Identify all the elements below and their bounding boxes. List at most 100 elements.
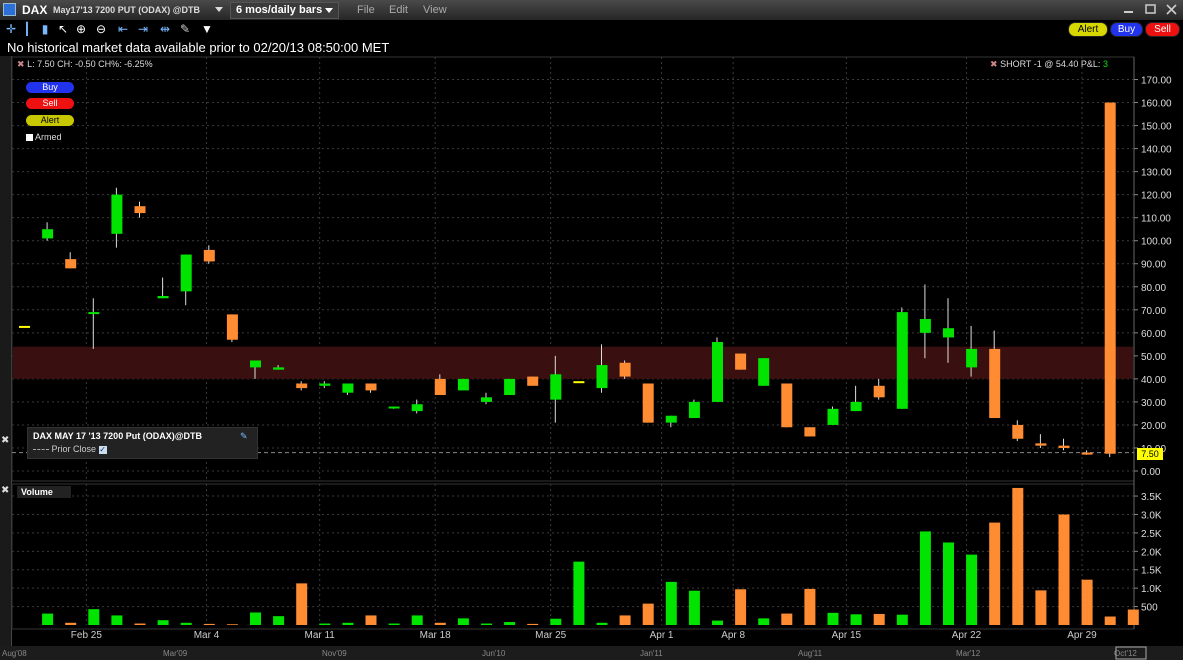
date-label: Apr 15	[832, 630, 862, 641]
candle-body	[457, 378, 469, 391]
alert-button[interactable]: Alert	[1068, 22, 1108, 37]
left-gutter	[0, 56, 12, 646]
settings-icon[interactable]: ✎	[178, 22, 192, 36]
legend-title: DAX MAY 17 '13 7200 Put (ODAX)@DTB	[33, 431, 202, 441]
volume-bar	[827, 612, 839, 625]
candle-body	[966, 348, 978, 368]
candle-chart-icon[interactable]: ▮	[38, 22, 52, 36]
close-icon[interactable]	[1165, 4, 1178, 15]
price-tick-label: 120.00	[1141, 191, 1172, 202]
price-stats-text: L: 7.50 CH: -0.50 CH%: -6.25%	[27, 59, 153, 69]
minimize-icon[interactable]	[1122, 4, 1135, 15]
volume-bar	[180, 622, 192, 625]
candle-body	[273, 367, 285, 370]
buy-button[interactable]: Buy	[1110, 22, 1143, 37]
volume-bar	[388, 623, 400, 625]
volume-tick-label: 1.5K	[1141, 566, 1162, 577]
overview-label: Aug'08	[2, 649, 27, 658]
candle-body	[550, 374, 562, 400]
crosshair-icon[interactable]: ✛	[4, 22, 18, 36]
candle-body	[411, 404, 423, 412]
volume-bar	[457, 618, 469, 625]
candle-body	[180, 254, 192, 292]
app-icon[interactable]	[3, 3, 16, 16]
sell-button[interactable]: Sell	[1145, 22, 1180, 37]
armed-toggle[interactable]: Armed	[26, 132, 62, 142]
price-tick-label: 50.00	[1141, 352, 1166, 363]
volume-bar	[573, 561, 585, 625]
overview-label: Mar'09	[163, 649, 188, 658]
contract-label[interactable]: May17'13 7200 PUT (ODAX) @DTB	[53, 5, 200, 15]
volume-bar	[296, 583, 308, 625]
volume-bar	[735, 589, 747, 625]
candle-body	[619, 362, 631, 377]
candle-body	[157, 295, 169, 299]
period-selector[interactable]: 6 mos/daily bars	[230, 2, 340, 19]
symbol-label[interactable]: DAX	[22, 3, 47, 17]
volume-bar	[65, 622, 77, 625]
prior-close-checkbox[interactable]: ✓	[98, 445, 107, 454]
candle-body	[989, 348, 1001, 419]
zoom-out-icon[interactable]: ⊖	[94, 22, 108, 36]
chart-sell-button[interactable]: Sell	[26, 98, 74, 109]
volume-bar	[596, 622, 608, 625]
zoom-in-icon[interactable]: ⊕	[74, 22, 88, 36]
candle-body	[665, 415, 677, 423]
armed-checkbox[interactable]	[26, 134, 33, 142]
volume-bar	[758, 618, 770, 625]
dropdown-icon[interactable]: ▼	[200, 22, 214, 36]
pointer-icon[interactable]: ↖	[56, 22, 70, 36]
close-icon[interactable]: ✖	[1, 435, 9, 446]
volume-bar	[203, 623, 215, 625]
date-label: Apr 29	[1067, 630, 1097, 641]
chevron-down-icon	[325, 7, 334, 13]
close-icon[interactable]: ✖	[990, 59, 998, 69]
volume-bar	[896, 614, 908, 625]
volume-bar	[365, 615, 377, 625]
scroll-right-icon[interactable]: ⇥	[136, 22, 150, 36]
chevron-down-icon[interactable]	[215, 7, 223, 12]
candle-body	[758, 358, 770, 386]
menu-file[interactable]: File	[357, 4, 375, 16]
legend-prior-close: Prior Close ✓	[33, 444, 107, 454]
price-tick-label: 30.00	[1141, 398, 1166, 409]
price-tick-label: 130.00	[1141, 168, 1172, 179]
overview-label: Nov'09	[322, 649, 347, 658]
close-icon[interactable]: ✖	[1, 485, 9, 496]
maximize-icon[interactable]	[1144, 4, 1157, 15]
overview-label: Mar'12	[956, 649, 981, 658]
candle-body	[226, 314, 238, 340]
candle-body	[296, 383, 308, 389]
close-icon[interactable]: ✖	[17, 59, 25, 69]
volume-bar	[1035, 590, 1047, 625]
candle-body	[388, 406, 400, 409]
last-price-tag: 7.50	[1137, 448, 1163, 460]
volume-bar	[804, 588, 816, 625]
chart-buy-button[interactable]: Buy	[26, 82, 74, 93]
scroll-left-icon[interactable]: ⇤	[116, 22, 130, 36]
volume-bar	[850, 614, 862, 625]
candle-body	[434, 378, 446, 396]
volume-bar	[712, 620, 723, 625]
candle-body	[573, 381, 585, 384]
title-bar: DAX May17'13 7200 PUT (ODAX) @DTB 6 mos/…	[0, 0, 1183, 21]
candle-body	[342, 383, 354, 393]
bar-chart-icon[interactable]: ┃	[20, 22, 34, 36]
volume-bar	[966, 554, 978, 625]
menu-edit[interactable]: Edit	[389, 4, 408, 16]
candle-body	[1035, 443, 1047, 446]
volume-bar	[781, 613, 793, 625]
price-tick-label: 0.00	[1141, 467, 1161, 478]
overview-label: Jun'10	[482, 649, 506, 658]
legend-settings-icon[interactable]: ✎	[240, 431, 248, 442]
candle-body	[1058, 445, 1070, 448]
scroll-end-icon[interactable]: ⇹	[158, 22, 172, 36]
candle-body	[203, 249, 215, 262]
candle-body	[804, 427, 816, 437]
volume-tick-label: 3.0K	[1141, 510, 1162, 521]
menu-view[interactable]: View	[423, 4, 447, 16]
candle-body	[250, 360, 261, 368]
candle-body	[943, 328, 954, 338]
chart-alert-button[interactable]: Alert	[26, 115, 74, 126]
candle-body	[527, 376, 539, 386]
